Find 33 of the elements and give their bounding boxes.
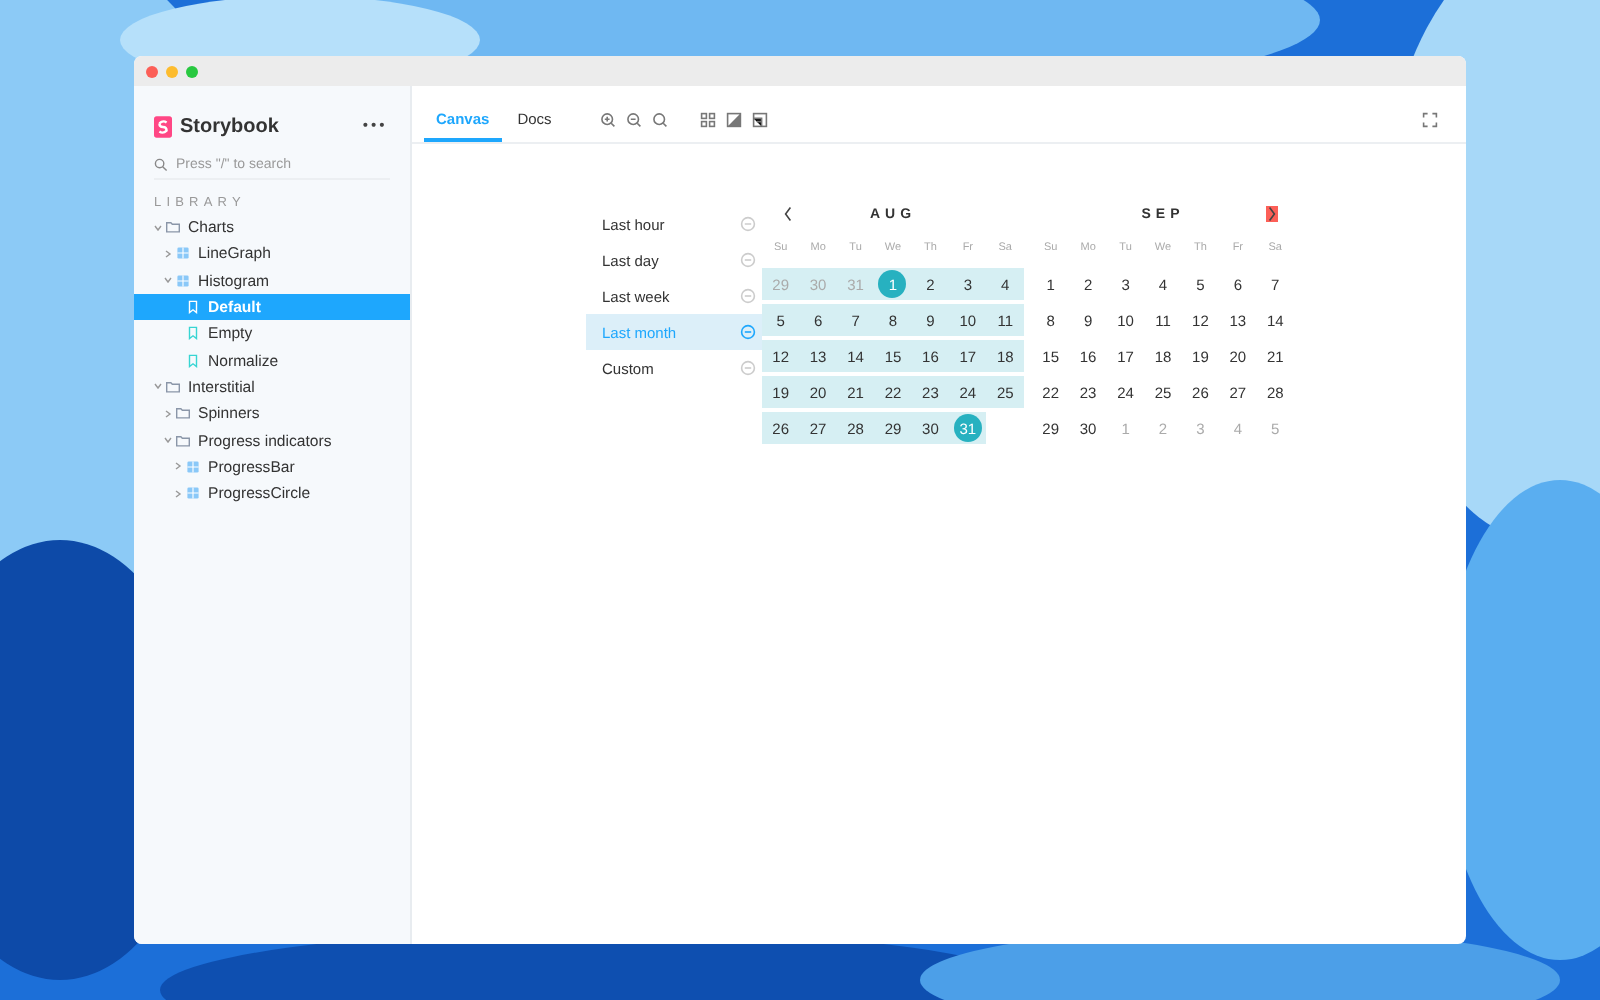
- component-icon: [176, 246, 190, 261]
- folder-icon: [166, 220, 180, 235]
- background-icon[interactable]: [725, 112, 742, 128]
- grid-icon[interactable]: [699, 112, 716, 128]
- fullscreen-icon[interactable]: [1422, 112, 1438, 128]
- component-icon: [186, 486, 200, 501]
- caret-icon: [154, 382, 162, 391]
- search-icon: [154, 157, 168, 171]
- measure-icon[interactable]: [751, 112, 768, 128]
- minus-circle-icon: [740, 324, 756, 340]
- component-icon: [186, 459, 200, 474]
- caret-icon: [154, 223, 162, 232]
- maximize-dot[interactable]: [186, 65, 198, 77]
- zoom-out-icon[interactable]: [625, 112, 642, 128]
- minimize-dot[interactable]: [166, 65, 178, 77]
- minus-circle-icon: [740, 252, 756, 268]
- close-dot[interactable]: [146, 65, 158, 77]
- caret-icon: [164, 436, 172, 445]
- app-title: Storybook: [180, 115, 281, 137]
- caret-icon: [174, 489, 182, 498]
- previous-month-icon[interactable]: [782, 206, 794, 222]
- minus-circle-icon: [740, 288, 756, 304]
- component-icon: [176, 273, 190, 288]
- logo-icon: [154, 115, 172, 137]
- zoom-reset-icon[interactable]: [651, 112, 668, 128]
- caret-icon: [164, 409, 172, 418]
- minus-circle-icon: [740, 360, 756, 376]
- zoom-in-icon[interactable]: [599, 112, 616, 128]
- minus-circle-icon: [740, 216, 756, 232]
- caret-icon: [164, 276, 172, 285]
- next-month-icon[interactable]: [1266, 206, 1278, 222]
- caret-icon: [164, 249, 172, 258]
- caret-icon: [174, 462, 182, 471]
